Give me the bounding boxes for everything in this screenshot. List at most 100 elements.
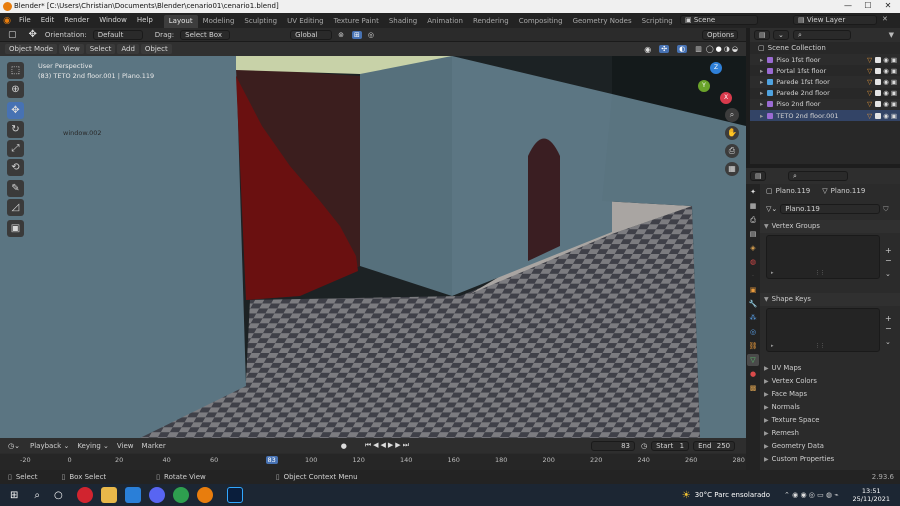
file-explorer-icon[interactable] [100,487,117,503]
menu-view[interactable]: View [59,44,84,54]
display-mode-icon[interactable]: ⌄ [773,30,789,40]
menu-file[interactable]: File [14,13,36,28]
tab-shading[interactable]: Shading [384,15,422,28]
eye-icon[interactable]: ◉ [883,112,889,120]
tab-sculpting[interactable]: Sculpting [239,15,282,28]
fake-user-icon[interactable]: ⛉ [883,205,888,214]
opera-icon[interactable] [76,487,93,503]
timeline-view-menu[interactable]: View [117,442,134,450]
properties-search-input[interactable]: ⌕ [788,171,848,181]
tray-icons[interactable]: ⌃ ◉ ◉ ◎ ▭ ◍ ⌁ [784,491,838,499]
navigation-gizmo[interactable]: Z Y X [696,62,740,106]
tab-rendering[interactable]: Rendering [468,15,514,28]
tab-animation[interactable]: Animation [422,15,468,28]
menu-render[interactable]: Render [59,13,94,28]
menu-edit[interactable]: Edit [36,13,60,28]
transform-tool-icon[interactable]: ⟲ [7,159,24,176]
gizmo-toggle-icon[interactable]: ✣ [659,45,670,53]
outliner-item[interactable]: ▸ Parede 2nd floor ▽ ◉ ▣ [750,88,900,99]
mode-dropdown[interactable]: Object Mode [5,44,58,54]
filter-icon[interactable]: ▼ [889,31,894,39]
world-tab-icon[interactable]: ◍ [747,256,759,268]
camera-icon[interactable]: ▣ [891,67,897,75]
maximize-button[interactable]: ☐ [858,1,878,10]
cursor-icon[interactable]: ▢ [8,30,17,40]
output-tab-icon[interactable]: ⎙ [747,214,759,226]
camera-icon[interactable]: ▣ [891,89,897,97]
section-face-maps[interactable]: ▶ Face Maps [760,388,900,401]
add-vertex-group-icon[interactable]: + [885,246,892,255]
section-normals[interactable]: ▶ Normals [760,401,900,414]
menu-add[interactable]: Add [117,44,139,54]
close-button[interactable]: ✕ [878,1,898,10]
cursor-tool-icon[interactable]: ⊕ [7,81,24,98]
search-icon[interactable]: ⌕ [34,490,40,501]
discord-icon[interactable] [148,487,165,503]
add-cube-tool-icon[interactable]: ▣ [7,220,24,237]
section-vertex-colors[interactable]: ▶ Vertex Colors [760,375,900,388]
checkbox-icon[interactable] [875,112,882,119]
shape-keys-list[interactable]: ▸ ⋮⋮ [766,308,880,352]
snap-icon[interactable]: ⊞ [352,30,362,39]
transform-orientation-dropdown[interactable]: Global [290,29,333,40]
menu-help[interactable]: Help [132,13,158,28]
section-geometry-data[interactable]: ▶ Geometry Data [760,440,900,453]
outliner-item[interactable]: ▸ Parede 1fst floor ▽ ◉ ▣ [750,76,900,88]
select-box-tool-icon[interactable]: ⬚ [7,62,24,79]
remove-vertex-group-icon[interactable]: − [885,256,892,265]
object-tab-icon[interactable]: ▣ [747,284,759,296]
gizmo-y-icon[interactable]: Y [698,80,710,92]
mesh-data-tab-icon[interactable]: ▽ [747,354,759,366]
gizmo-x-icon[interactable]: X [720,92,732,104]
remove-shape-key-icon[interactable]: − [885,324,892,333]
tab-texture-paint[interactable]: Texture Paint [329,15,384,28]
eye-icon[interactable]: ◉ [883,56,889,64]
constraints-tab-icon[interactable]: ⛓ [747,340,759,352]
menu-object[interactable]: Object [140,44,172,54]
minimize-button[interactable]: — [838,1,858,10]
render-tab-icon[interactable]: ▦ [747,200,759,212]
end-frame-field[interactable]: End 250 [693,440,736,451]
ortho-grid-icon[interactable]: ▦ [725,162,739,176]
properties-editor-type-icon[interactable]: ▤ [750,171,766,181]
record-icon[interactable]: ● [341,442,347,450]
shading-rendered-icon[interactable]: ◒ [732,45,738,53]
shading-wire-icon[interactable]: ◯ [706,45,714,53]
checkbox-icon[interactable] [875,101,882,108]
scale-tool-icon[interactable]: ⤢ [7,140,24,157]
tab-compositing[interactable]: Compositing [514,15,568,28]
pan-hand-icon[interactable]: ✋ [725,126,739,140]
camera-icon[interactable]: ▣ [891,56,897,64]
menu-window[interactable]: Window [94,13,132,28]
current-frame-field[interactable]: 83 [591,440,635,451]
section-custom-properties[interactable]: ▶ Custom Properties [760,453,900,466]
vertex-group-menu-icon[interactable]: ⌄ [885,270,891,278]
mesh-browse-icon[interactable]: ▽⌄ [766,205,777,213]
blender-menu-icon[interactable]: ◉ [0,16,14,26]
tool-tab-icon[interactable]: ✦ [747,186,759,198]
mail-icon[interactable] [124,487,141,503]
camera-icon[interactable]: ▣ [891,112,897,120]
blender-taskbar-icon[interactable] [196,487,213,503]
xray-icon[interactable]: ▥ [695,45,702,53]
task-view-icon[interactable]: ○ [54,490,63,501]
camera-icon[interactable]: ▣ [891,100,897,108]
timeline-editor-icon[interactable]: ◷⌄ [8,442,20,450]
3d-viewport[interactable]: User Perspective (83) TETO 2nd floor.001… [0,56,746,438]
section-remesh[interactable]: ▶ Remesh [760,427,900,440]
checkbox-icon[interactable] [875,56,882,63]
tab-scripting[interactable]: Scripting [637,15,678,28]
tab-layout[interactable]: Layout [163,14,198,28]
menu-select[interactable]: Select [85,44,116,54]
shading-material-icon[interactable]: ◑ [724,45,730,53]
outliner-item[interactable]: ▸ Portal 1fst floor ▽ ◉ ▣ [750,65,900,76]
gizmo-z-icon[interactable]: Z [710,62,722,74]
tab-geometry-nodes[interactable]: Geometry Nodes [568,15,637,28]
mesh-name-field[interactable]: Plano.119 [780,204,881,214]
scene-tab-icon[interactable]: ◈ [747,242,759,254]
move-tool-icon[interactable]: ✥ [29,29,37,40]
outliner-search-input[interactable]: ⌕ [793,30,851,40]
shape-key-menu-icon[interactable]: ⌄ [885,338,891,346]
eye-icon[interactable]: ◉ [883,100,889,108]
orientation-dropdown[interactable]: Default [92,29,143,40]
